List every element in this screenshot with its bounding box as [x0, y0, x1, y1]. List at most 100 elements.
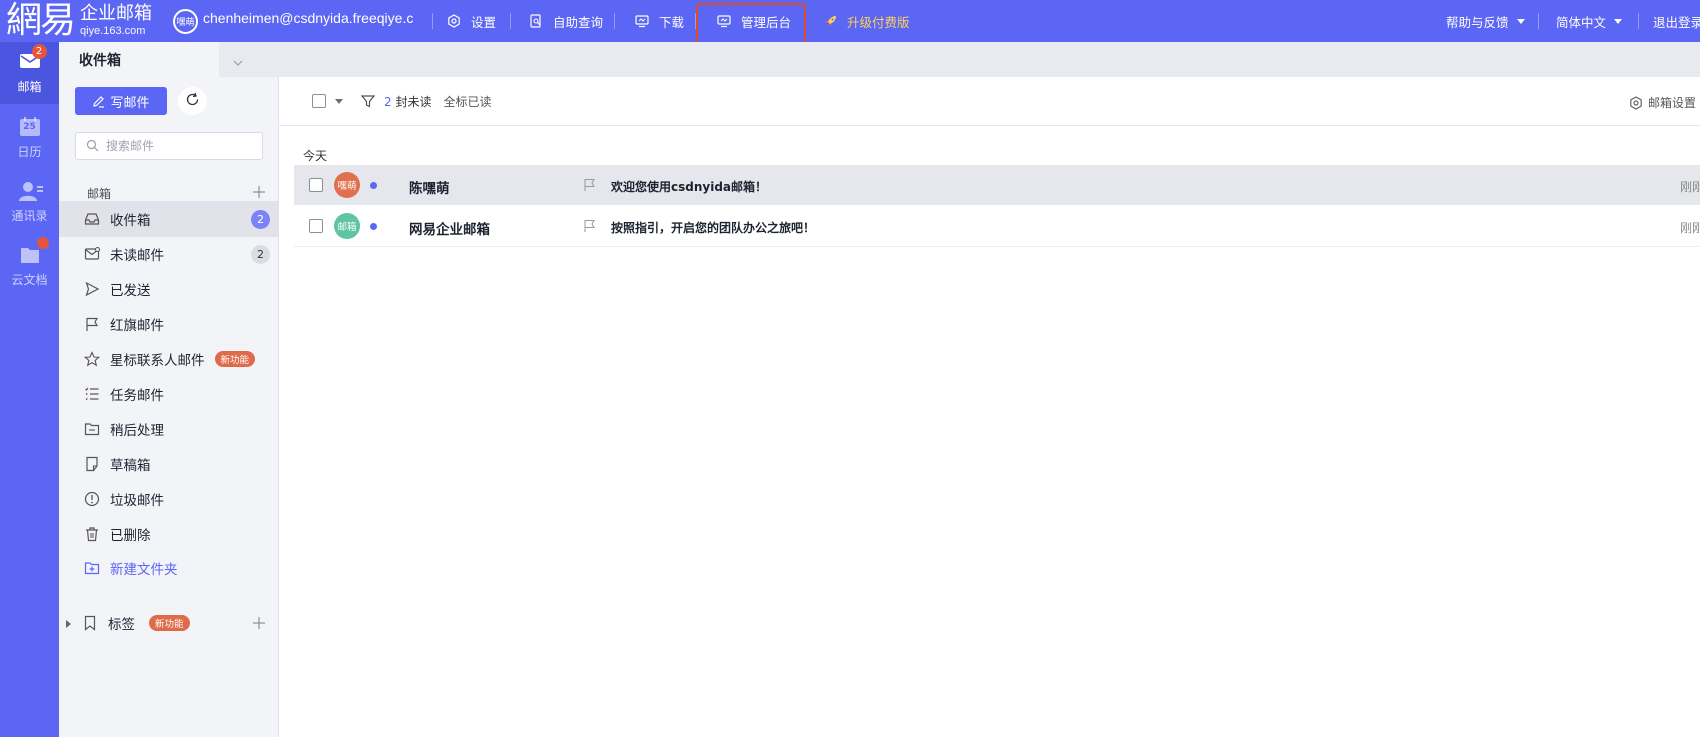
- unread-mail-icon: [84, 246, 100, 262]
- logo-title: 企业邮箱: [80, 3, 153, 24]
- folder-icon: [84, 421, 100, 437]
- rail-calendar[interactable]: 25 日历: [0, 107, 59, 169]
- mailbox-settings-button[interactable]: 邮箱设置: [1629, 94, 1696, 111]
- logo-domain: qiye.163.com: [80, 25, 146, 37]
- refresh-icon: [185, 92, 200, 111]
- account-email[interactable]: chenheimen@csdnyida.freeqiye.com: [203, 10, 413, 26]
- nav-settings[interactable]: 设置: [446, 0, 496, 42]
- nav-self-query[interactable]: 自助查询: [528, 0, 603, 42]
- draft-icon: [84, 456, 100, 472]
- monitor-icon: [634, 13, 650, 29]
- tab-inbox[interactable]: 收件箱: [59, 42, 219, 77]
- spam-icon: [84, 491, 100, 507]
- new-folder-button[interactable]: 新建文件夹: [59, 550, 279, 586]
- admin-monitor-icon: [716, 13, 732, 29]
- mail-subject: 欢迎您使用csdnyida邮箱！: [611, 180, 768, 194]
- add-folder-icon: [84, 560, 100, 576]
- filter-icon[interactable]: [361, 94, 375, 108]
- mail-subject: 按照指引，开启您的团队办公之旅吧！: [611, 221, 816, 235]
- unread-dot: [370, 182, 377, 189]
- divider: [1638, 13, 1639, 29]
- chevron-down-icon: [1516, 18, 1525, 24]
- divider: [1538, 13, 1539, 29]
- date-group-label: 今天: [303, 149, 328, 163]
- folder-unread[interactable]: 未读邮件 2: [59, 236, 279, 272]
- unread-summary: 2 封未读: [384, 94, 432, 109]
- row-checkbox[interactable]: [309, 219, 323, 233]
- logo[interactable]: 網易 企业邮箱 qiye.163.com: [6, 0, 152, 42]
- search-box[interactable]: [75, 132, 263, 160]
- nav-logout[interactable]: 退出登录: [1653, 0, 1700, 42]
- folder-inbox[interactable]: 收件箱 2: [59, 201, 279, 237]
- count-badge: 2: [251, 209, 270, 229]
- pencil-icon: [92, 95, 105, 108]
- row-checkbox[interactable]: [309, 178, 323, 192]
- folder-later[interactable]: 稍后处理: [59, 411, 279, 447]
- refresh-button[interactable]: [178, 87, 207, 115]
- mail-icon: 2: [19, 43, 47, 72]
- search-icon: [86, 137, 99, 156]
- chevron-down-icon: [1614, 18, 1623, 24]
- app-rail: 2 邮箱 25 日历 通讯录 云文档: [0, 42, 59, 737]
- task-list-icon: [84, 386, 100, 402]
- notification-dot: [36, 236, 49, 249]
- flag-icon: [84, 316, 100, 332]
- top-bar: 網易 企业邮箱 qiye.163.com 嘿萌 chenheimen@csdny…: [0, 0, 1700, 42]
- mail-time: 刚刚: [1679, 221, 1700, 235]
- flag-icon[interactable]: [583, 219, 596, 233]
- calendar-day: 25: [23, 121, 36, 132]
- add-tag-icon[interactable]: [252, 616, 266, 634]
- chevron-down-icon[interactable]: [232, 54, 244, 66]
- mail-row[interactable]: 邮箱 网易企业邮箱 按照指引，开启您的团队办公之旅吧！ 刚刚: [294, 206, 1700, 246]
- sender-avatar: 嘿萌: [334, 172, 360, 198]
- divider: [510, 13, 511, 29]
- flag-icon[interactable]: [583, 178, 596, 192]
- rail-contacts[interactable]: 通讯录: [0, 171, 59, 233]
- search-input[interactable]: [106, 139, 246, 153]
- mail-row[interactable]: 嘿萌 陈嘿萌 欢迎您使用csdnyida邮箱！ 刚刚: [294, 165, 1700, 205]
- sender-name: 陈嘿萌: [409, 181, 450, 197]
- new-feature-badge: 新功能: [214, 351, 256, 367]
- sender-avatar: 邮箱: [334, 213, 360, 239]
- select-dropdown-icon[interactable]: [335, 98, 343, 104]
- trash-icon: [84, 526, 100, 542]
- folder-tags[interactable]: 标签 新功能: [59, 605, 279, 641]
- mail-badge: 2: [31, 43, 47, 59]
- send-icon: [84, 281, 100, 297]
- rocket-icon: [822, 13, 838, 29]
- star-icon: [84, 351, 100, 367]
- nav-admin[interactable]: 管理后台: [716, 0, 791, 42]
- nav-language[interactable]: 简体中文: [1556, 0, 1623, 42]
- divider: [294, 246, 1700, 247]
- divider: [695, 13, 696, 29]
- divider: [614, 13, 615, 29]
- contacts-icon: [18, 181, 43, 201]
- select-all-checkbox[interactable]: [312, 94, 326, 108]
- mail-time: 刚刚: [1679, 180, 1700, 194]
- folder-drafts[interactable]: 草稿箱: [59, 446, 279, 482]
- search-document-icon: [528, 13, 544, 29]
- folder-flagged[interactable]: 红旗邮件: [59, 306, 279, 342]
- nav-download[interactable]: 下载: [634, 0, 684, 42]
- divider: [432, 13, 433, 29]
- new-feature-badge: 新功能: [149, 615, 190, 631]
- count-badge: 2: [251, 244, 270, 264]
- calendar-icon: 25: [19, 116, 41, 137]
- nav-help[interactable]: 帮助与反馈: [1446, 0, 1525, 42]
- folder-spam[interactable]: 垃圾邮件: [59, 481, 279, 517]
- rail-mail[interactable]: 2 邮箱: [0, 42, 59, 104]
- mail-toolbar: 2 封未读 全标已读 邮箱设置: [279, 77, 1700, 126]
- add-folder-icon[interactable]: [252, 184, 266, 198]
- inbox-icon: [84, 211, 100, 227]
- nav-upgrade[interactable]: 升级付费版: [822, 0, 910, 42]
- cloud-doc-icon: [19, 236, 49, 265]
- folder-sent[interactable]: 已发送: [59, 271, 279, 307]
- compose-button[interactable]: 写邮件: [75, 87, 167, 115]
- folder-starred-contacts[interactable]: 星标联系人邮件 新功能: [59, 341, 279, 377]
- rail-docs[interactable]: 云文档: [0, 235, 59, 297]
- folder-deleted[interactable]: 已删除: [59, 516, 279, 552]
- avatar[interactable]: 嘿萌: [173, 9, 198, 34]
- folder-tasks[interactable]: 任务邮件: [59, 376, 279, 412]
- mark-all-read-button[interactable]: 全标已读: [443, 93, 491, 110]
- sender-name: 网易企业邮箱: [409, 222, 490, 238]
